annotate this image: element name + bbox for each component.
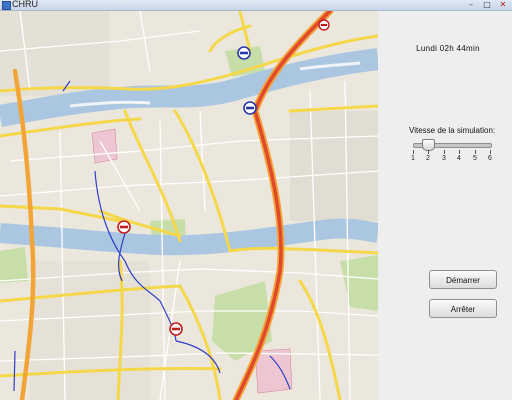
- window-controls: – □ ✕: [464, 0, 510, 9]
- control-panel: [378, 11, 512, 400]
- title-bar[interactable]: CHRU – □ ✕: [0, 0, 512, 11]
- map-canvas: [0, 11, 378, 400]
- stop-button[interactable]: Arrêter: [429, 299, 497, 318]
- speed-label: Vitesse de la simulation:: [409, 126, 496, 135]
- speed-tick-labels: 1 2 3 4 5 6: [406, 155, 498, 165]
- speed-tick-label: 6: [488, 155, 492, 162]
- speed-tick-label: 2: [426, 155, 430, 162]
- speed-tick-label: 4: [457, 155, 461, 162]
- speed-tick-label: 5: [473, 155, 477, 162]
- maximize-button[interactable]: □: [480, 0, 494, 9]
- ambulance-marker-icon[interactable]: [318, 19, 330, 31]
- hospital-marker-icon[interactable]: [243, 101, 257, 115]
- simulation-clock: Lundi 02h 44min: [416, 44, 480, 53]
- app-icon: [2, 1, 11, 10]
- ambulance-marker-icon[interactable]: [117, 220, 131, 234]
- window-title: CHRU: [12, 0, 38, 9]
- close-button[interactable]: ✕: [496, 0, 510, 9]
- start-button[interactable]: Démarrer: [429, 270, 497, 289]
- minimize-button[interactable]: –: [464, 0, 478, 9]
- speed-slider-ticks: [413, 150, 491, 154]
- ambulance-marker-icon[interactable]: [169, 322, 183, 336]
- speed-tick-label: 1: [411, 155, 415, 162]
- city-map[interactable]: [0, 11, 378, 400]
- speed-tick-label: 3: [442, 155, 446, 162]
- hospital-marker-icon[interactable]: [237, 46, 251, 60]
